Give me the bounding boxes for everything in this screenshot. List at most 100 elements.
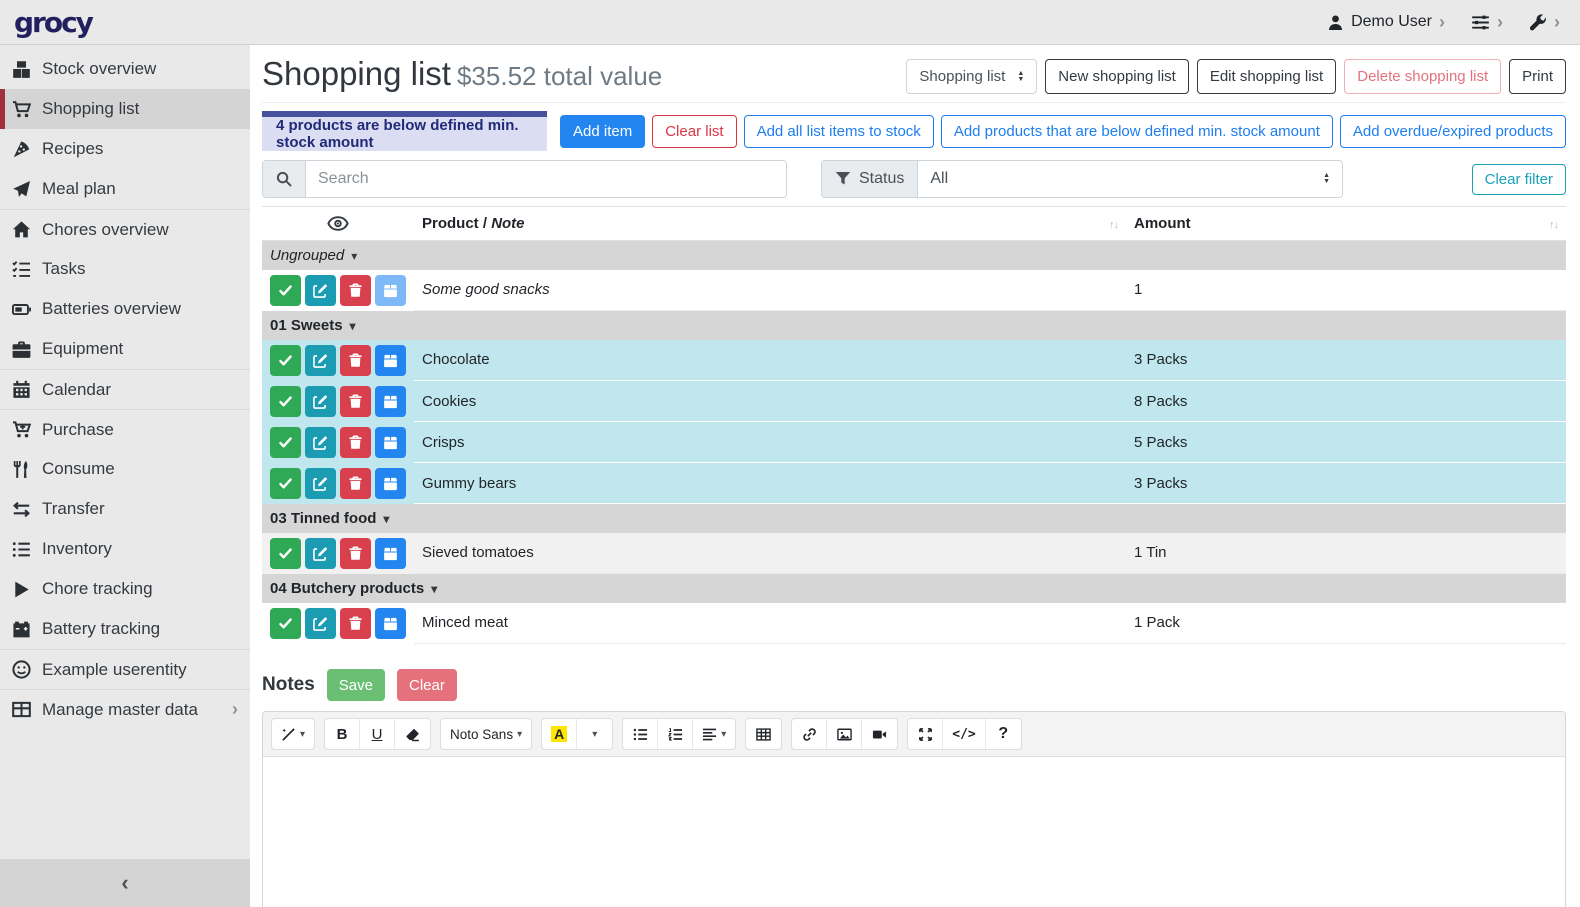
clear-list-button[interactable]: Clear list (652, 115, 736, 148)
edit-shopping-list-button[interactable]: Edit shopping list (1197, 59, 1336, 94)
print-button[interactable]: Print (1509, 59, 1566, 94)
add-to-stock-button[interactable] (375, 468, 406, 499)
delete-shopping-list-button[interactable]: Delete shopping list (1344, 59, 1501, 94)
group-header-row[interactable]: 03 Tinned food (262, 504, 1566, 533)
edit-item-button[interactable] (305, 345, 336, 376)
sidebar-item-example-userentity[interactable]: Example userentity (0, 649, 250, 689)
add-to-stock-button[interactable] (375, 386, 406, 417)
notes-save-button[interactable]: Save (327, 669, 385, 701)
sidebar-item-chores-overview[interactable]: Chores overview (0, 209, 250, 249)
bold-button[interactable]: B (325, 719, 360, 749)
magic-style-button[interactable] (272, 719, 314, 749)
sort-icon[interactable] (1109, 215, 1118, 232)
search-input[interactable] (306, 161, 786, 197)
edit-item-button[interactable] (305, 386, 336, 417)
amount-column-header[interactable]: Amount (1126, 207, 1566, 241)
sidebar-item-tasks[interactable]: Tasks (0, 249, 250, 289)
notes-editor-area[interactable] (263, 757, 1565, 907)
delete-item-button[interactable] (340, 345, 371, 376)
delete-item-button[interactable] (340, 468, 371, 499)
sidebar-item-batteries-overview[interactable]: Batteries overview (0, 289, 250, 329)
group-header-row[interactable]: 04 Butchery products (262, 574, 1566, 603)
box-icon (383, 616, 398, 631)
ordered-list-button[interactable] (658, 719, 693, 749)
font-color-button[interactable]: A (542, 719, 577, 749)
mark-done-button[interactable] (270, 345, 301, 376)
edit-item-button[interactable] (305, 468, 336, 499)
check-icon (278, 546, 293, 561)
fullscreen-button[interactable] (908, 719, 943, 749)
add-to-stock-button[interactable] (375, 427, 406, 458)
delete-item-button[interactable] (340, 427, 371, 458)
sidebar-item-calendar[interactable]: Calendar (0, 369, 250, 409)
sort-icon[interactable] (1549, 215, 1558, 232)
mark-done-button[interactable] (270, 538, 301, 569)
sidebar-collapse-button[interactable] (0, 859, 250, 907)
trash-icon (348, 546, 363, 561)
product-cell: Minced meat (414, 603, 1126, 644)
code-view-button[interactable]: </> (943, 719, 985, 749)
mark-done-button[interactable] (270, 386, 301, 417)
notes-clear-button[interactable]: Clear (397, 669, 457, 701)
help-button[interactable]: ? (986, 719, 1021, 749)
admin-menu[interactable] (1529, 13, 1560, 31)
sidebar-item-recipes[interactable]: Recipes (0, 129, 250, 169)
sidebar-item-transfer[interactable]: Transfer (0, 489, 250, 529)
insert-table-button[interactable] (746, 719, 781, 749)
delete-item-button[interactable] (340, 608, 371, 639)
new-shopping-list-button[interactable]: New shopping list (1045, 59, 1189, 94)
sidebar-item-purchase[interactable]: Purchase (0, 409, 250, 449)
sidebar-item-inventory[interactable]: Inventory (0, 529, 250, 569)
sidebar-item-meal-plan[interactable]: Meal plan (0, 169, 250, 209)
insert-picture-button[interactable] (827, 719, 862, 749)
status-select[interactable]: All (918, 161, 1342, 197)
insert-video-button[interactable] (862, 719, 897, 749)
edit-item-button[interactable] (305, 427, 336, 458)
mark-done-button[interactable] (270, 608, 301, 639)
insert-link-button[interactable] (792, 719, 827, 749)
add-to-stock-button[interactable] (375, 538, 406, 569)
sidebar-item-chore-tracking[interactable]: Chore tracking (0, 569, 250, 609)
add-to-stock-button[interactable] (375, 608, 406, 639)
unordered-list-button[interactable] (623, 719, 658, 749)
delete-item-button[interactable] (340, 386, 371, 417)
product-column-header[interactable]: Product / Note (414, 207, 1126, 241)
add-to-stock-button[interactable] (375, 345, 406, 376)
clear-filter-button[interactable]: Clear filter (1472, 164, 1566, 195)
group-header-row[interactable]: 01 Sweets (262, 311, 1566, 340)
sidebar-item-consume[interactable]: Consume (0, 449, 250, 489)
add-item-button[interactable]: Add item (560, 115, 645, 148)
table-row: Cookies8 Packs (262, 381, 1566, 422)
delete-item-button[interactable] (340, 538, 371, 569)
add-below-min-button[interactable]: Add products that are below defined min.… (941, 115, 1333, 148)
eraser-button[interactable] (395, 719, 430, 749)
ol-list-icon (668, 727, 683, 742)
sidebar-item-equipment[interactable]: Equipment (0, 329, 250, 369)
edit-item-button[interactable] (305, 538, 336, 569)
sidebar-item-shopping-list[interactable]: Shopping list (0, 89, 250, 129)
mark-done-button[interactable] (270, 275, 301, 306)
font-family-select[interactable]: Noto Sans (441, 719, 531, 749)
sidebar-item-label: Recipes (42, 139, 103, 159)
shopping-list-select[interactable]: Shopping list (906, 59, 1037, 94)
user-menu[interactable]: Demo User (1327, 13, 1445, 31)
toolbox-icon (12, 340, 31, 359)
settings-menu[interactable] (1471, 13, 1503, 32)
mark-done-button[interactable] (270, 427, 301, 458)
sidebar-item-battery-tracking[interactable]: Battery tracking (0, 609, 250, 649)
mark-done-button[interactable] (270, 468, 301, 499)
edit-item-button[interactable] (305, 608, 336, 639)
sidebar-item-manage-master-data[interactable]: Manage master data (0, 689, 250, 729)
add-overdue-button[interactable]: Add overdue/expired products (1340, 115, 1566, 148)
font-color-caret[interactable] (577, 719, 612, 749)
underline-button[interactable]: U (360, 719, 395, 749)
add-all-to-stock-button[interactable]: Add all list items to stock (744, 115, 934, 148)
paragraph-button[interactable] (693, 719, 735, 749)
ul-list-icon (633, 727, 648, 742)
sidebar-item-stock-overview[interactable]: Stock overview (0, 49, 250, 89)
group-header-row[interactable]: Ungrouped (262, 241, 1566, 270)
app-logo[interactable]: grocy (14, 6, 92, 39)
delete-item-button[interactable] (340, 275, 371, 306)
edit-item-button[interactable] (305, 275, 336, 306)
add-to-stock-button[interactable] (375, 275, 406, 306)
